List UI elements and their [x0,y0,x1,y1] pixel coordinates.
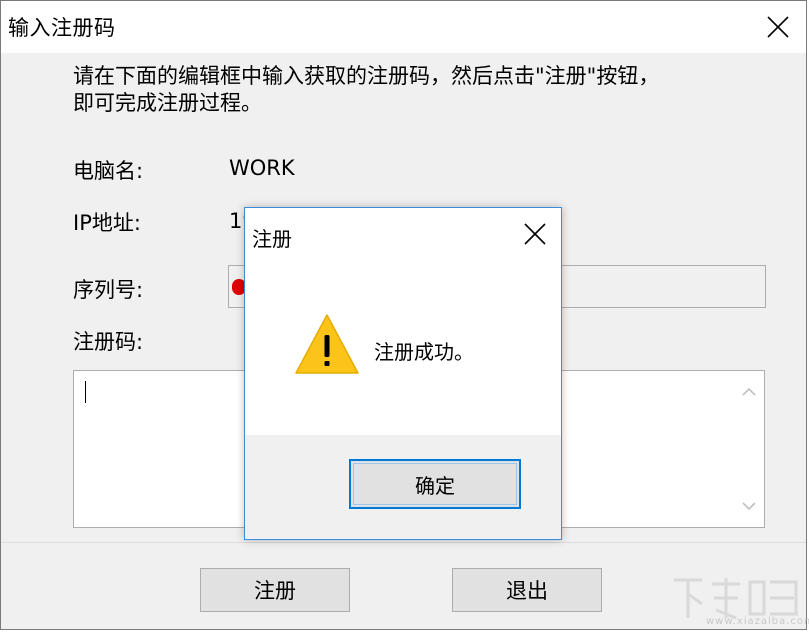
dialog-close-button[interactable] [513,212,557,256]
computer-name-label: 电脑名: [73,159,144,183]
ip-label: IP地址: [73,211,141,235]
dialog-message: 注册成功。 [374,340,474,364]
computer-name-value: WORK [229,156,295,180]
watermark-url: www.xiazaiba.com [706,616,809,627]
window-title: 输入注册码 [8,16,116,40]
serial-label: 序列号: [73,278,144,302]
instructions-text: 请在下面的编辑框中输入获取的注册码，然后点击"注册"按钮， 即可完成注册过程。 [73,63,773,117]
chevron-up-icon [742,387,756,396]
instruction-line: 即可完成注册过程。 [73,91,262,115]
close-icon [524,223,546,245]
register-button[interactable]: 注册 [200,568,350,612]
warning-icon [295,314,359,374]
close-button[interactable] [756,5,800,49]
scroll-up-button[interactable] [734,377,764,407]
close-icon [767,16,789,38]
divider [1,542,806,543]
text-caret [85,381,86,403]
scroll-down-button[interactable] [734,491,764,521]
instruction-line: 请在下面的编辑框中输入获取的注册码，然后点击"注册"按钮， [73,64,660,88]
vertical-scrollbar[interactable] [734,371,764,527]
chevron-down-icon [742,502,756,511]
dialog-footer: 确定 [245,435,561,539]
success-dialog: 注册 注册成功。 确定 [244,207,562,540]
regcode-label: 注册码: [73,330,144,354]
ok-button[interactable]: 确定 [349,459,521,509]
ok-button-label: 确定 [415,475,455,498]
title-bar: 输入注册码 [1,1,806,53]
exit-button[interactable]: 退出 [452,568,602,612]
dialog-title: 注册 [252,227,292,251]
